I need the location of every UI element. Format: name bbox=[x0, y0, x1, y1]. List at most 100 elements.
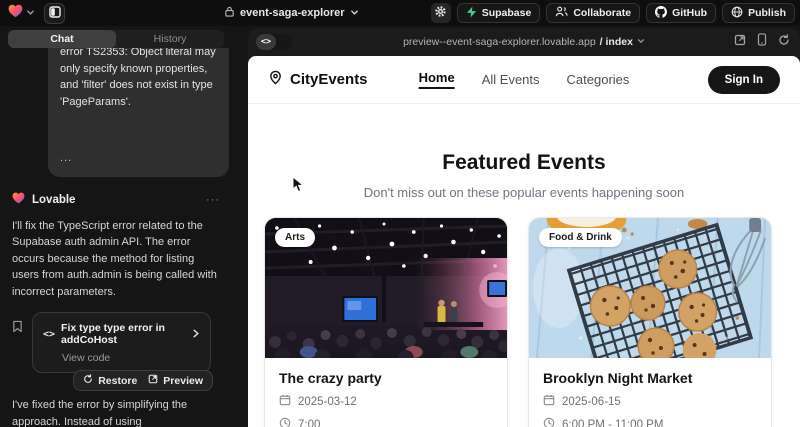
chevron-down-icon bbox=[637, 36, 645, 48]
event-image-cookies: Food & Drink bbox=[529, 218, 771, 358]
open-external-icon[interactable] bbox=[734, 33, 746, 51]
event-card-crazy-party[interactable]: Arts The crazy party 2025-03-12 bbox=[264, 217, 508, 427]
top-bar-actions: Supabase Collaborate GitHub Publish bbox=[431, 3, 795, 23]
preview-toolbar-icons bbox=[734, 28, 790, 56]
restore-label: Restore bbox=[98, 375, 137, 387]
lovable-heart-icon bbox=[8, 4, 23, 23]
event-card-body: The crazy party 2025-03-12 7:00 bbox=[265, 358, 507, 427]
tool-title-row: <> Fix type type error in addCoHost bbox=[43, 322, 200, 346]
preview-panel: <> preview--event-saga-explorer.lovable.… bbox=[248, 28, 800, 427]
tool-call-section: <> Fix type type error in addCoHost View… bbox=[12, 312, 211, 373]
people-icon bbox=[555, 6, 568, 20]
outro-text-1: I've fixed the error by simplifying the … bbox=[12, 399, 187, 427]
chat-sidebar: Chat History error TS2353: Object litera… bbox=[0, 26, 232, 427]
event-card-brooklyn-market[interactable]: Food & Drink Brooklyn Night Market 2025-… bbox=[528, 217, 772, 427]
assistant-outro-text: I've fixed the error by simplifying the … bbox=[12, 397, 220, 427]
brand-name: CityEvents bbox=[290, 71, 368, 88]
project-name: event-saga-explorer bbox=[240, 7, 345, 19]
section-subtitle: Don't miss out on these popular events h… bbox=[248, 185, 800, 200]
app-nav: Home All Events Categories bbox=[419, 70, 630, 89]
clock-icon bbox=[543, 417, 555, 427]
chevron-down-icon bbox=[350, 4, 359, 22]
user-error-text: error TS2353: Object literal may only sp… bbox=[60, 48, 217, 110]
message-menu-button[interactable]: ··· bbox=[206, 194, 220, 206]
supabase-button[interactable]: Supabase bbox=[457, 3, 541, 23]
app-header: CityEvents Home All Events Categories Si… bbox=[248, 56, 800, 104]
assistant-name: Lovable bbox=[32, 194, 199, 206]
clock-icon bbox=[279, 417, 291, 427]
collaborate-button[interactable]: Collaborate bbox=[546, 3, 640, 23]
nav-categories[interactable]: Categories bbox=[567, 72, 630, 87]
event-date-row: 2025-06-15 bbox=[543, 394, 757, 409]
settings-button[interactable] bbox=[431, 3, 451, 23]
mouse-cursor bbox=[292, 176, 305, 198]
nav-all-events[interactable]: All Events bbox=[482, 72, 540, 87]
tab-chat[interactable]: Chat bbox=[8, 30, 116, 48]
event-image-conference: Arts bbox=[265, 218, 507, 358]
calendar-icon bbox=[543, 394, 555, 409]
restore-icon bbox=[83, 374, 93, 387]
top-bar: event-saga-explorer Supabase bbox=[0, 0, 800, 26]
github-icon bbox=[655, 6, 667, 21]
event-date: 2025-03-12 bbox=[298, 396, 357, 408]
chevron-down-icon bbox=[26, 4, 35, 22]
category-badge: Arts bbox=[275, 228, 315, 247]
nav-home[interactable]: Home bbox=[419, 70, 455, 89]
globe-icon bbox=[731, 6, 743, 21]
chat-history-tabs: Chat History bbox=[8, 30, 224, 48]
restore-button[interactable]: Restore bbox=[83, 374, 137, 387]
open-preview-icon bbox=[148, 374, 158, 387]
event-date: 2025-06-15 bbox=[562, 396, 621, 408]
preview-app: CityEvents Home All Events Categories Si… bbox=[248, 56, 800, 427]
publish-button[interactable]: Publish bbox=[722, 3, 795, 23]
event-time-row: 7:00 bbox=[279, 417, 493, 427]
github-button[interactable]: GitHub bbox=[646, 3, 716, 23]
top-bar-left bbox=[8, 0, 65, 26]
event-title: The crazy party bbox=[279, 370, 493, 386]
preview-toolbar: <> preview--event-saga-explorer.lovable.… bbox=[248, 28, 800, 56]
event-card-body: Brooklyn Night Market 2025-06-15 6:00 P bbox=[529, 358, 771, 427]
github-label: GitHub bbox=[672, 7, 707, 19]
preview-label: Preview bbox=[163, 375, 203, 387]
message-actions: Restore Preview bbox=[73, 370, 213, 391]
tab-history[interactable]: History bbox=[116, 30, 224, 48]
lovable-editor-window: event-saga-explorer Supabase bbox=[0, 0, 800, 427]
preview-button[interactable]: Preview bbox=[148, 374, 203, 387]
publish-label: Publish bbox=[748, 7, 786, 19]
event-date-row: 2025-03-12 bbox=[279, 394, 493, 409]
refresh-icon[interactable] bbox=[778, 33, 790, 51]
lovable-heart-icon bbox=[12, 191, 25, 209]
featured-section-header: Featured Events Don't miss out on these … bbox=[248, 151, 800, 200]
calendar-icon bbox=[279, 394, 291, 409]
supabase-icon bbox=[466, 6, 477, 21]
sign-in-button[interactable]: Sign In bbox=[708, 66, 780, 94]
tool-call-card[interactable]: <> Fix type type error in addCoHost View… bbox=[32, 312, 211, 373]
preview-url-bar[interactable]: preview--event-saga-explorer.lovable.app… bbox=[403, 36, 645, 48]
code-icon: <> bbox=[256, 34, 276, 50]
assistant-header: Lovable ··· bbox=[12, 191, 220, 209]
preview-route: / index bbox=[600, 36, 633, 48]
mobile-view-icon[interactable] bbox=[757, 33, 767, 51]
code-view-toggle[interactable]: <> bbox=[256, 34, 292, 50]
event-time: 7:00 bbox=[298, 419, 320, 427]
assistant-intro-text: I'll fix the TypeScript error related to… bbox=[12, 218, 220, 301]
toggle-sidebar-button[interactable] bbox=[44, 3, 65, 24]
lovable-logo-menu[interactable] bbox=[8, 4, 35, 23]
panel-layout-icon bbox=[49, 6, 61, 21]
event-time: 6:00 PM - 11:00 PM bbox=[562, 419, 663, 427]
section-title: Featured Events bbox=[248, 151, 800, 175]
tool-call-title: Fix type type error in addCoHost bbox=[61, 322, 186, 346]
event-cards: Arts The crazy party 2025-03-12 bbox=[248, 217, 800, 427]
category-badge: Food & Drink bbox=[539, 228, 622, 247]
message-truncation-ellipsis: ... bbox=[60, 150, 217, 167]
chevron-right-icon bbox=[192, 325, 200, 343]
bookmark-icon[interactable] bbox=[12, 320, 23, 338]
app-brand[interactable]: CityEvents bbox=[268, 70, 368, 89]
supabase-label: Supabase bbox=[482, 7, 532, 19]
code-icon: <> bbox=[43, 329, 55, 340]
gear-icon bbox=[434, 5, 447, 21]
view-code-link[interactable]: View code bbox=[62, 352, 200, 364]
project-switcher[interactable]: event-saga-explorer bbox=[224, 0, 359, 26]
preview-url: preview--event-saga-explorer.lovable.app bbox=[403, 36, 596, 48]
user-message-bubble: error TS2353: Object literal may only sp… bbox=[48, 48, 229, 177]
